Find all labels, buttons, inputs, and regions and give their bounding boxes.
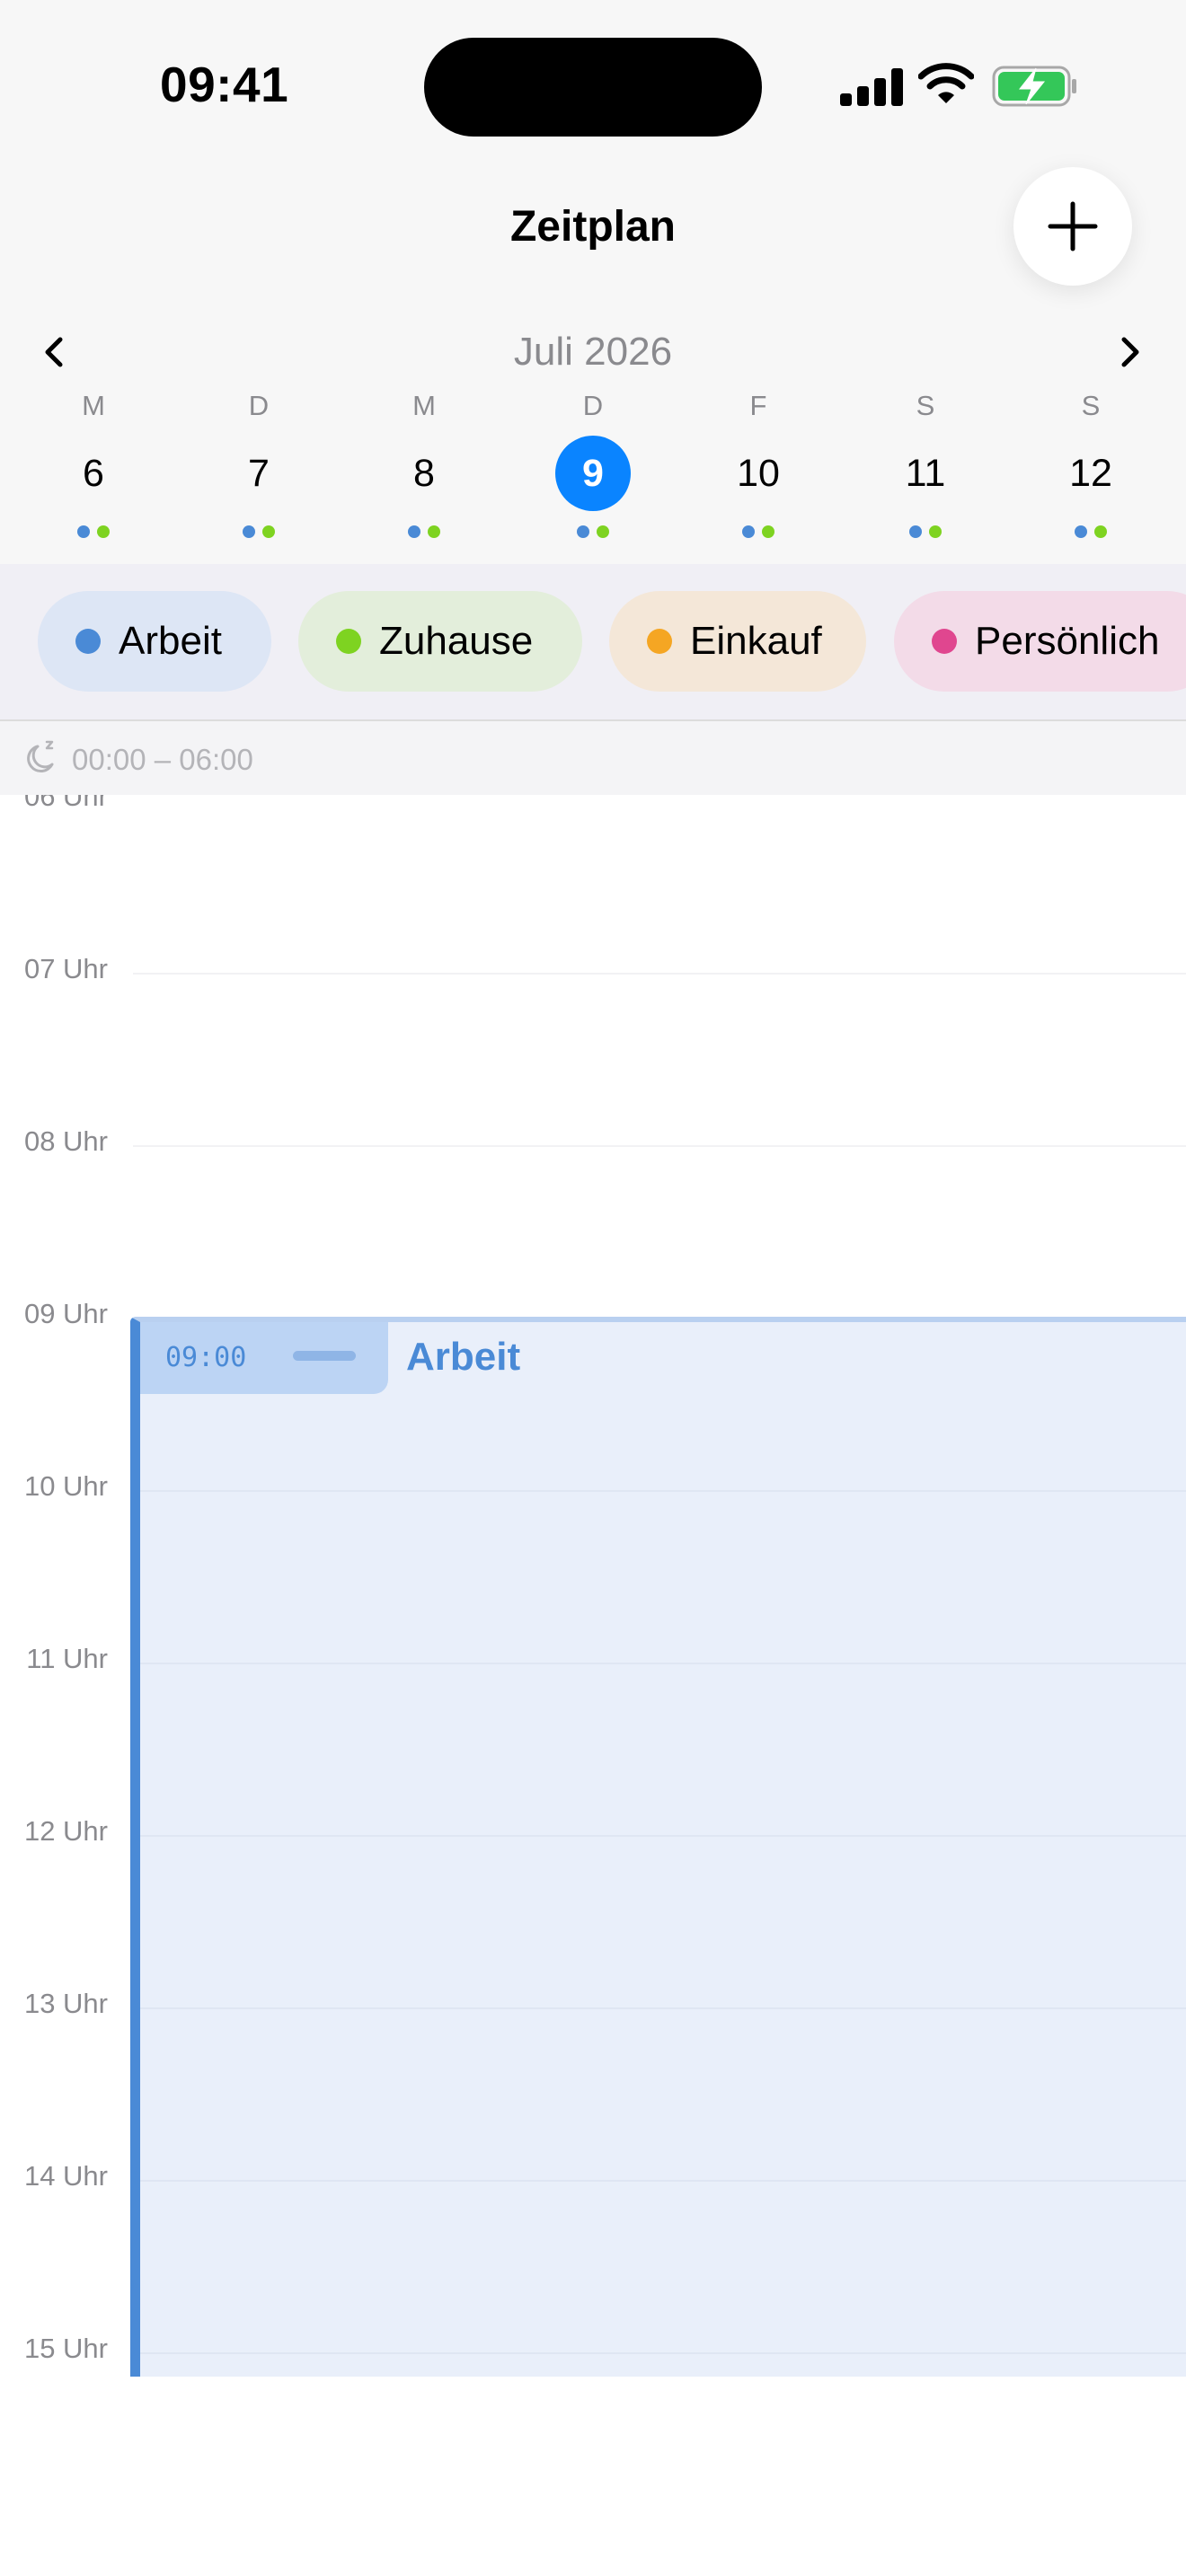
event-start-time: 09:00	[165, 1342, 247, 1373]
status-time: 09:41	[160, 57, 289, 112]
event-dots	[26, 525, 161, 538]
chip-label: Arbeit	[119, 619, 222, 663]
day-cell[interactable]: S 11	[858, 386, 993, 548]
add-button[interactable]	[1013, 167, 1132, 286]
next-week-button[interactable]	[1114, 334, 1146, 370]
hour-label: 11 Uhr	[26, 1643, 108, 1674]
day-number: 6	[83, 452, 104, 495]
night-hours-row[interactable]: 00:00 – 06:00	[0, 721, 1186, 795]
category-dot	[336, 629, 361, 654]
chevron-right-icon	[1121, 337, 1139, 367]
day-of-week: M	[82, 390, 105, 421]
page-title: Zeitplan	[509, 203, 676, 251]
day-cell[interactable]: M 6	[26, 386, 161, 548]
category-dot	[75, 629, 101, 654]
plus-icon	[1048, 201, 1098, 251]
hour-label: 10 Uhr	[23, 1470, 108, 1502]
day-cell[interactable]: M 8	[357, 386, 491, 548]
hour-label: 14 Uhr	[23, 2160, 108, 2192]
day-cell-selected[interactable]: D 9	[526, 386, 660, 548]
day-number: 11	[905, 452, 946, 495]
event-block[interactable]: 09:00 Arbeit	[130, 1317, 1186, 2377]
day-number: 10	[737, 452, 780, 495]
day-number: 7	[248, 452, 270, 495]
week-strip: M 6 D 7 M 8 D 9 F 10 S 11 S 12	[0, 386, 1186, 548]
event-dots	[858, 525, 993, 538]
day-timeline[interactable]: 06 Uhr 07 Uhr 08 Uhr 09 Uhr 10 Uhr 11 Uh…	[0, 795, 1186, 2576]
day-of-week: M	[412, 390, 436, 421]
day-cell[interactable]: D 7	[191, 386, 326, 548]
category-filter-bar: Arbeit Zuhause Einkauf Persönlich	[0, 564, 1186, 720]
event-title: Arbeit	[406, 1335, 521, 1379]
hour-label: 13 Uhr	[23, 1988, 108, 2019]
day-number: 12	[1069, 452, 1112, 495]
chip-label: Persönlich	[975, 619, 1160, 663]
event-time-tab[interactable]: 09:00	[140, 1322, 388, 1394]
event-dots	[691, 525, 826, 538]
filter-chip-einkauf[interactable]: Einkauf	[609, 591, 866, 692]
chip-label: Zuhause	[379, 619, 534, 663]
day-cell[interactable]: S 12	[1023, 386, 1158, 548]
filter-chip-persoenlich[interactable]: Persönlich	[894, 591, 1186, 692]
day-number: 9	[555, 436, 631, 511]
cellular-signal-icon	[840, 68, 903, 106]
day-cell[interactable]: F 10	[691, 386, 826, 548]
filter-chip-zuhause[interactable]: Zuhause	[298, 591, 582, 692]
hour-line	[133, 973, 1186, 975]
hour-label: 12 Uhr	[23, 1815, 108, 1847]
wifi-icon	[918, 63, 974, 103]
day-of-week: D	[582, 390, 604, 421]
dynamic-island	[424, 38, 762, 137]
battery-charging-icon	[992, 66, 1076, 107]
event-dots	[526, 525, 660, 538]
hour-label: 09 Uhr	[23, 1298, 108, 1329]
month-label: Juli 2026	[513, 330, 673, 374]
day-number: 8	[413, 452, 435, 495]
night-hours-label: 00:00 – 06:00	[72, 743, 253, 776]
chip-label: Einkauf	[690, 619, 822, 663]
hour-label: 07 Uhr	[23, 953, 108, 984]
category-dot	[932, 629, 957, 654]
drag-handle[interactable]	[293, 1351, 356, 1361]
moon-sleep-icon	[27, 740, 54, 773]
filter-chip-arbeit[interactable]: Arbeit	[38, 591, 271, 692]
event-dots	[1023, 525, 1158, 538]
hour-line	[133, 1145, 1186, 1147]
event-hour-lines	[140, 1322, 1186, 2377]
event-dots	[357, 525, 491, 538]
event-dots	[191, 525, 326, 538]
hour-label: 08 Uhr	[23, 1125, 108, 1157]
hour-label: 06 Uhr	[23, 795, 108, 812]
day-of-week: S	[1081, 390, 1101, 421]
day-of-week: F	[749, 390, 767, 421]
day-of-week: S	[916, 390, 935, 421]
hour-label: 15 Uhr	[23, 2333, 108, 2364]
category-dot	[647, 629, 672, 654]
day-of-week: D	[248, 390, 270, 421]
